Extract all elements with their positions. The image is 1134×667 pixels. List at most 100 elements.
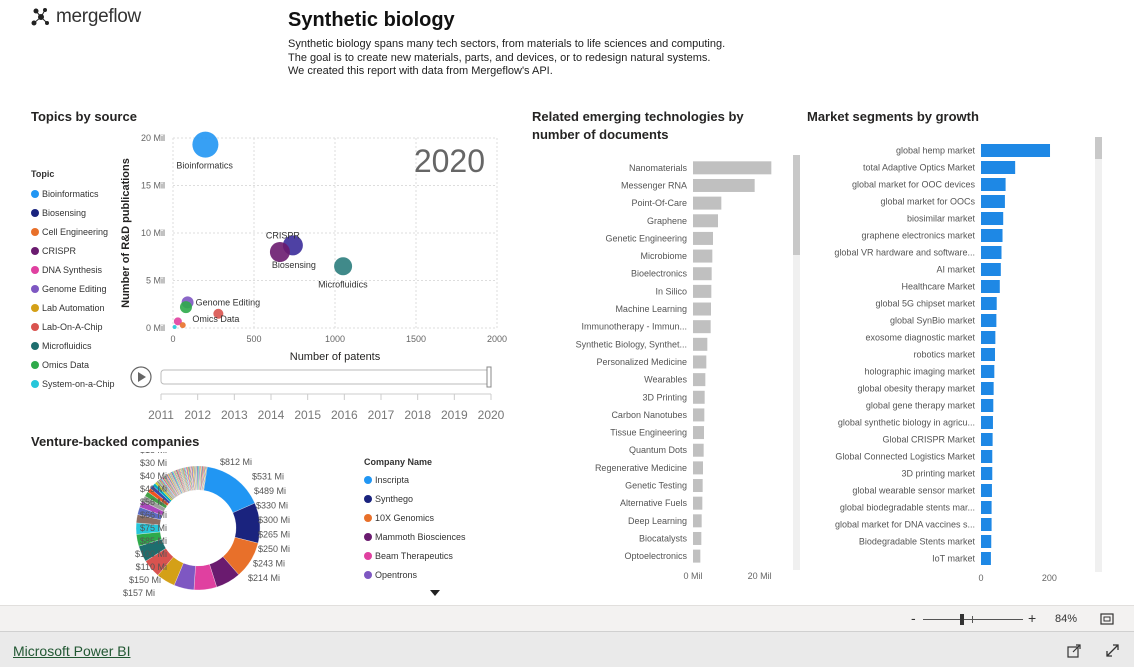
- bar[interactable]: [981, 535, 992, 548]
- legend-item[interactable]: Lab-On-A-Chip: [31, 317, 115, 336]
- donut-slice[interactable]: [203, 466, 255, 513]
- bar[interactable]: [981, 229, 1003, 242]
- venture-donut-chart[interactable]: $812 Mi$531 Mi $489 Mi $330 Mi $300 Mi $265 …: [85, 452, 315, 602]
- bar[interactable]: [693, 320, 711, 334]
- bar[interactable]: [693, 549, 701, 563]
- bar[interactable]: [693, 161, 772, 175]
- bar[interactable]: [981, 518, 992, 531]
- timeline-year-label[interactable]: 2011: [148, 408, 174, 422]
- bar[interactable]: [981, 331, 996, 344]
- related-scrollbar-thumb[interactable]: [793, 155, 800, 255]
- timeline-year-label[interactable]: 2016: [331, 408, 358, 422]
- bar[interactable]: [693, 284, 712, 298]
- bar[interactable]: [693, 196, 722, 210]
- timeline-handle[interactable]: [486, 366, 492, 388]
- bar[interactable]: [981, 450, 993, 463]
- bar[interactable]: [981, 433, 993, 446]
- bar[interactable]: [981, 399, 994, 412]
- timeline-year-label[interactable]: 2017: [368, 408, 395, 422]
- timeline-year-label[interactable]: 2015: [294, 408, 321, 422]
- bar[interactable]: [693, 214, 718, 228]
- legend-more-arrow-icon[interactable]: [430, 590, 440, 596]
- timeline-year-label[interactable]: 2014: [258, 408, 285, 422]
- bar[interactable]: [981, 416, 993, 429]
- zoom-in-button[interactable]: +: [1028, 610, 1036, 626]
- bar[interactable]: [981, 365, 995, 378]
- bar[interactable]: [981, 484, 992, 497]
- bar[interactable]: [693, 337, 708, 351]
- bar[interactable]: [981, 297, 997, 310]
- scatter-point[interactable]: [192, 131, 219, 158]
- bar[interactable]: [693, 531, 702, 545]
- bar[interactable]: [981, 348, 996, 361]
- legend-item[interactable]: 10X Genomics: [364, 508, 466, 527]
- bar[interactable]: [981, 195, 1005, 208]
- zoom-slider-track[interactable]: [923, 619, 1023, 620]
- bar[interactable]: [981, 280, 1000, 293]
- powerbi-link[interactable]: Microsoft Power BI: [13, 643, 130, 659]
- market-scrollbar-thumb[interactable]: [1095, 137, 1102, 159]
- timeline-year-label[interactable]: 2012: [184, 408, 211, 422]
- legend-item[interactable]: Lab Automation: [31, 298, 115, 317]
- bar[interactable]: [981, 212, 1004, 225]
- bar[interactable]: [693, 461, 703, 475]
- timeline-track[interactable]: [160, 369, 492, 385]
- market-segments-bar-chart[interactable]: global hemp market total Adaptive Optics …: [805, 140, 1095, 590]
- bar[interactable]: [693, 231, 713, 245]
- legend-item[interactable]: Bioinformatics: [31, 184, 115, 203]
- scatter-point[interactable]: [179, 322, 186, 329]
- fit-to-page-icon[interactable]: [1100, 613, 1114, 625]
- legend-item[interactable]: Genome Editing: [31, 279, 115, 298]
- bar[interactable]: [693, 373, 706, 387]
- topics-scatter-chart[interactable]: 0 500 1000 1500 2000 0 Mil 5 Mil 10 Mil 15 Mil 20…: [115, 130, 510, 370]
- bar[interactable]: [981, 246, 1002, 259]
- bar[interactable]: [981, 501, 992, 514]
- legend-item[interactable]: DNA Synthesis: [31, 260, 115, 279]
- bar[interactable]: [693, 496, 703, 510]
- scatter-point[interactable]: [269, 242, 290, 262]
- bar[interactable]: [981, 382, 994, 395]
- scatter-point[interactable]: [172, 325, 177, 330]
- timeline-year-label[interactable]: 2018: [404, 408, 431, 422]
- bar[interactable]: [981, 552, 991, 565]
- timeline-year-label[interactable]: 2020: [478, 408, 505, 422]
- scatter-point[interactable]: [334, 257, 353, 276]
- related-tech-bar-chart[interactable]: Nanomaterials Messenger RNA Point-Of-Care G…: [530, 155, 795, 590]
- bar[interactable]: [693, 249, 713, 263]
- legend-item[interactable]: Cell Engineering: [31, 222, 115, 241]
- bar[interactable]: [693, 302, 711, 316]
- legend-item[interactable]: Mammoth Biosciences: [364, 527, 466, 546]
- legend-item[interactable]: Omics Data: [31, 355, 115, 374]
- legend-item[interactable]: Beam Therapeutics: [364, 546, 466, 565]
- timeline-year-label[interactable]: 2013: [221, 408, 248, 422]
- bar[interactable]: [693, 426, 704, 440]
- legend-item[interactable]: System-on-a-Chip: [31, 374, 115, 393]
- legend-item[interactable]: Opentrons: [364, 565, 466, 584]
- bar[interactable]: [693, 267, 712, 281]
- market-scrollbar[interactable]: [1095, 137, 1102, 572]
- legend-item[interactable]: Synthego: [364, 489, 466, 508]
- bar[interactable]: [693, 390, 705, 404]
- bar[interactable]: [981, 314, 997, 327]
- legend-item[interactable]: Microfluidics: [31, 336, 115, 355]
- timeline-year-label[interactable]: 2019: [441, 408, 468, 422]
- fullscreen-icon[interactable]: [1105, 643, 1120, 658]
- bar[interactable]: [981, 144, 1051, 157]
- scatter-point[interactable]: [179, 301, 192, 314]
- bar[interactable]: [693, 178, 755, 192]
- bar[interactable]: [693, 408, 705, 422]
- bar[interactable]: [693, 514, 702, 528]
- year-play-axis[interactable]: 2011 2012 2013 2014 2015 2016 2017 2018 2019 2020: [125, 362, 505, 424]
- bar[interactable]: [981, 467, 993, 480]
- legend-item[interactable]: CRISPR: [31, 241, 115, 260]
- bar[interactable]: [981, 161, 1016, 174]
- bar[interactable]: [693, 479, 703, 493]
- bar[interactable]: [981, 263, 1001, 276]
- bar[interactable]: [693, 355, 707, 369]
- related-scrollbar[interactable]: [793, 155, 800, 570]
- bar[interactable]: [981, 178, 1006, 191]
- zoom-out-button[interactable]: -: [911, 610, 916, 626]
- legend-item[interactable]: Biosensing: [31, 203, 115, 222]
- bar[interactable]: [693, 443, 704, 457]
- zoom-slider-thumb[interactable]: [960, 614, 964, 625]
